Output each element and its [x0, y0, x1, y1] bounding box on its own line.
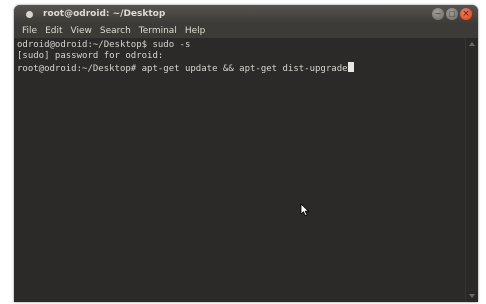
current-command: root@odroid:~/Desktop# apt-get update &&… [17, 64, 348, 74]
window-title: root@odroid: ~/Desktop [43, 9, 166, 19]
terminal-line: odroid@odroid:~/Desktop$ sudo -s [17, 40, 191, 50]
scroll-down-icon[interactable] [469, 294, 475, 298]
scroll-up-icon[interactable] [469, 42, 475, 46]
terminal-line: [sudo] password for odroid: [17, 51, 164, 61]
menu-terminal[interactable]: Terminal [135, 26, 181, 36]
menu-view[interactable]: View [67, 26, 96, 36]
terminal-line-current: root@odroid:~/Desktop# apt-get update &&… [17, 62, 463, 75]
window-controls [432, 8, 472, 20]
terminal-output[interactable]: odroid@odroid:~/Desktop$ sudo -s [sudo] … [14, 38, 466, 302]
mouse-pointer-icon [300, 203, 309, 217]
menu-edit[interactable]: Edit [41, 26, 66, 36]
menu-bar: File Edit View Search Terminal Help [14, 23, 478, 38]
maximize-button[interactable] [446, 8, 458, 20]
menu-search[interactable]: Search [96, 26, 135, 36]
minimize-button[interactable] [432, 8, 444, 20]
title-bar[interactable]: root@odroid: ~/Desktop [14, 5, 478, 23]
terminal-icon [26, 10, 33, 18]
menu-file[interactable]: File [18, 26, 41, 36]
text-cursor [347, 62, 354, 72]
terminal-scrollbar[interactable] [465, 38, 478, 302]
terminal-window: root@odroid: ~/Desktop File Edit View Se… [14, 5, 478, 302]
close-button[interactable] [460, 8, 472, 20]
menu-help[interactable]: Help [181, 26, 210, 36]
